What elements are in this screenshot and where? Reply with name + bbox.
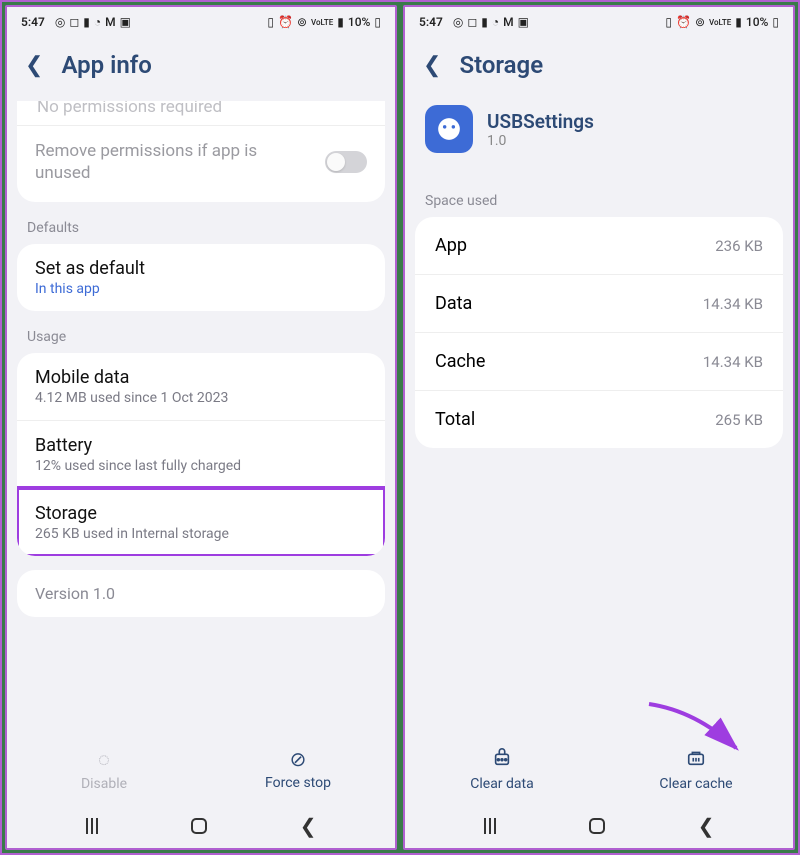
battery-sub: 12% used since last fully charged [35, 458, 367, 474]
status-time: 5:47 [419, 15, 443, 29]
mobile-data-sub: 4.12 MB used since 1 Oct 2023 [35, 390, 367, 406]
cloud-icon: ◔ [492, 15, 499, 29]
nav-back-button[interactable]: ❮ [300, 814, 317, 838]
force-stop-button[interactable]: ⊘ Force stop [201, 747, 395, 792]
badge-icon: ▯ [267, 15, 274, 29]
space-used-label: Space used [405, 189, 793, 217]
wifi-icon: ⊚ [297, 15, 307, 29]
clear-data-icon [491, 747, 513, 772]
space-cache-row: Cache 14.34 KB [415, 332, 783, 390]
remove-permissions-toggle[interactable] [325, 151, 367, 173]
mobile-data-title: Mobile data [35, 367, 367, 388]
nav-recent-button[interactable] [484, 818, 496, 834]
volte-icon: VoLTE [311, 18, 333, 27]
battery-percent: 10% [348, 15, 370, 29]
space-app-row: App 236 KB [415, 217, 783, 274]
battery-row[interactable]: Battery 12% used since last fully charge… [17, 420, 385, 488]
space-data-value: 14.34 KB [703, 295, 763, 313]
clear-cache-label: Clear cache [659, 776, 732, 792]
gmail-icon: M [105, 15, 116, 29]
battery-icon: ▯ [772, 15, 779, 29]
version-text: Version 1.0 [35, 584, 367, 603]
space-data-label: Data [435, 293, 472, 314]
nav-bar: ❮ [405, 802, 793, 848]
wifi-icon: ⊚ [695, 15, 705, 29]
app-version: 1.0 [487, 133, 594, 149]
header: ❮ Storage [405, 37, 793, 101]
app-info-row: USBSettings 1.0 [405, 101, 793, 169]
phone-left: 5:47 ◎ ◻ ▮ ◔ M ▣ ▯ ⏰ ⊚ VoLTE ▮ 10% ▯ ❮ A… [5, 5, 397, 850]
header: ❮ App info [7, 37, 395, 101]
defaults-section-label: Defaults [7, 216, 395, 244]
app-icon [425, 105, 473, 153]
nav-bar: ❮ [7, 802, 395, 848]
battery-title: Battery [35, 435, 367, 456]
battery-small-icon: ▮ [481, 15, 488, 29]
space-data-row: Data 14.34 KB [415, 274, 783, 332]
space-total-label: Total [435, 409, 475, 430]
status-time: 5:47 [21, 15, 45, 29]
clear-data-button[interactable]: Clear data [405, 747, 599, 792]
no-permissions-text: No permissions required [17, 101, 385, 126]
disable-label: Disable [81, 776, 127, 792]
alarm-icon: ⏰ [676, 15, 691, 29]
force-stop-icon: ⊘ [290, 747, 307, 771]
nav-home-button[interactable] [191, 818, 207, 834]
force-stop-label: Force stop [265, 775, 331, 791]
disable-button: ◌ Disable [7, 747, 201, 792]
storage-sub: 265 KB used in Internal storage [35, 526, 367, 542]
badge-icon: ▯ [665, 15, 672, 29]
back-icon[interactable]: ❮ [25, 53, 43, 78]
status-bar: 5:47 ◎ ◻ ▮ ◔ M ▣ ▯ ⏰ ⊚ VoLTE ▮ 10% ▯ [405, 7, 793, 37]
space-cache-value: 14.34 KB [703, 353, 763, 371]
space-total-row: Total 265 KB [415, 390, 783, 448]
cloud-icon: ◔ [94, 15, 101, 29]
clear-data-label: Clear data [470, 776, 533, 792]
gmail-icon: M [503, 15, 514, 29]
disable-icon: ◌ [98, 747, 110, 772]
clear-cache-icon [685, 747, 707, 772]
whatsapp-icon: ◎ [55, 15, 65, 29]
app-name: USBSettings [487, 110, 594, 133]
set-as-default-sub: In this app [35, 281, 367, 297]
nav-back-button[interactable]: ❮ [698, 814, 715, 838]
signal-icon: ▮ [735, 15, 742, 29]
bottom-actions: Clear data Clear cache [405, 739, 793, 802]
alarm-icon: ⏰ [278, 15, 293, 29]
storage-title: Storage [35, 503, 367, 524]
space-cache-label: Cache [435, 351, 485, 372]
space-total-value: 265 KB [715, 411, 763, 429]
battery-percent: 10% [746, 15, 768, 29]
space-app-label: App [435, 235, 467, 256]
remove-permissions-row[interactable]: Remove permissions if app is unused [17, 126, 385, 202]
space-app-value: 236 KB [715, 237, 763, 255]
whatsapp-icon: ◎ [453, 15, 463, 29]
instagram-icon: ◻ [69, 15, 79, 29]
instagram-icon: ◻ [467, 15, 477, 29]
remove-permissions-label: Remove permissions if app is unused [35, 140, 295, 184]
version-row: Version 1.0 [17, 570, 385, 617]
battery-small-icon: ▮ [83, 15, 90, 29]
storage-row[interactable]: Storage 265 KB used in Internal storage [17, 488, 385, 556]
phone-right: 5:47 ◎ ◻ ▮ ◔ M ▣ ▯ ⏰ ⊚ VoLTE ▮ 10% ▯ ❮ S… [403, 5, 795, 850]
nav-home-button[interactable] [589, 818, 605, 834]
mobile-data-row[interactable]: Mobile data 4.12 MB used since 1 Oct 202… [17, 353, 385, 420]
battery-icon: ▯ [374, 15, 381, 29]
status-bar: 5:47 ◎ ◻ ▮ ◔ M ▣ ▯ ⏰ ⊚ VoLTE ▮ 10% ▯ [7, 7, 395, 37]
photo-icon: ▣ [120, 15, 131, 29]
set-as-default-row[interactable]: Set as default In this app [17, 244, 385, 311]
bottom-actions: ◌ Disable ⊘ Force stop [7, 739, 395, 802]
clear-cache-button[interactable]: Clear cache [599, 747, 793, 792]
set-as-default-title: Set as default [35, 258, 367, 279]
signal-icon: ▮ [337, 15, 344, 29]
volte-icon: VoLTE [709, 18, 731, 27]
photo-icon: ▣ [518, 15, 529, 29]
nav-recent-button[interactable] [86, 818, 98, 834]
page-title: App info [61, 51, 151, 79]
back-icon[interactable]: ❮ [423, 53, 441, 78]
usage-section-label: Usage [7, 325, 395, 353]
page-title: Storage [459, 51, 543, 79]
